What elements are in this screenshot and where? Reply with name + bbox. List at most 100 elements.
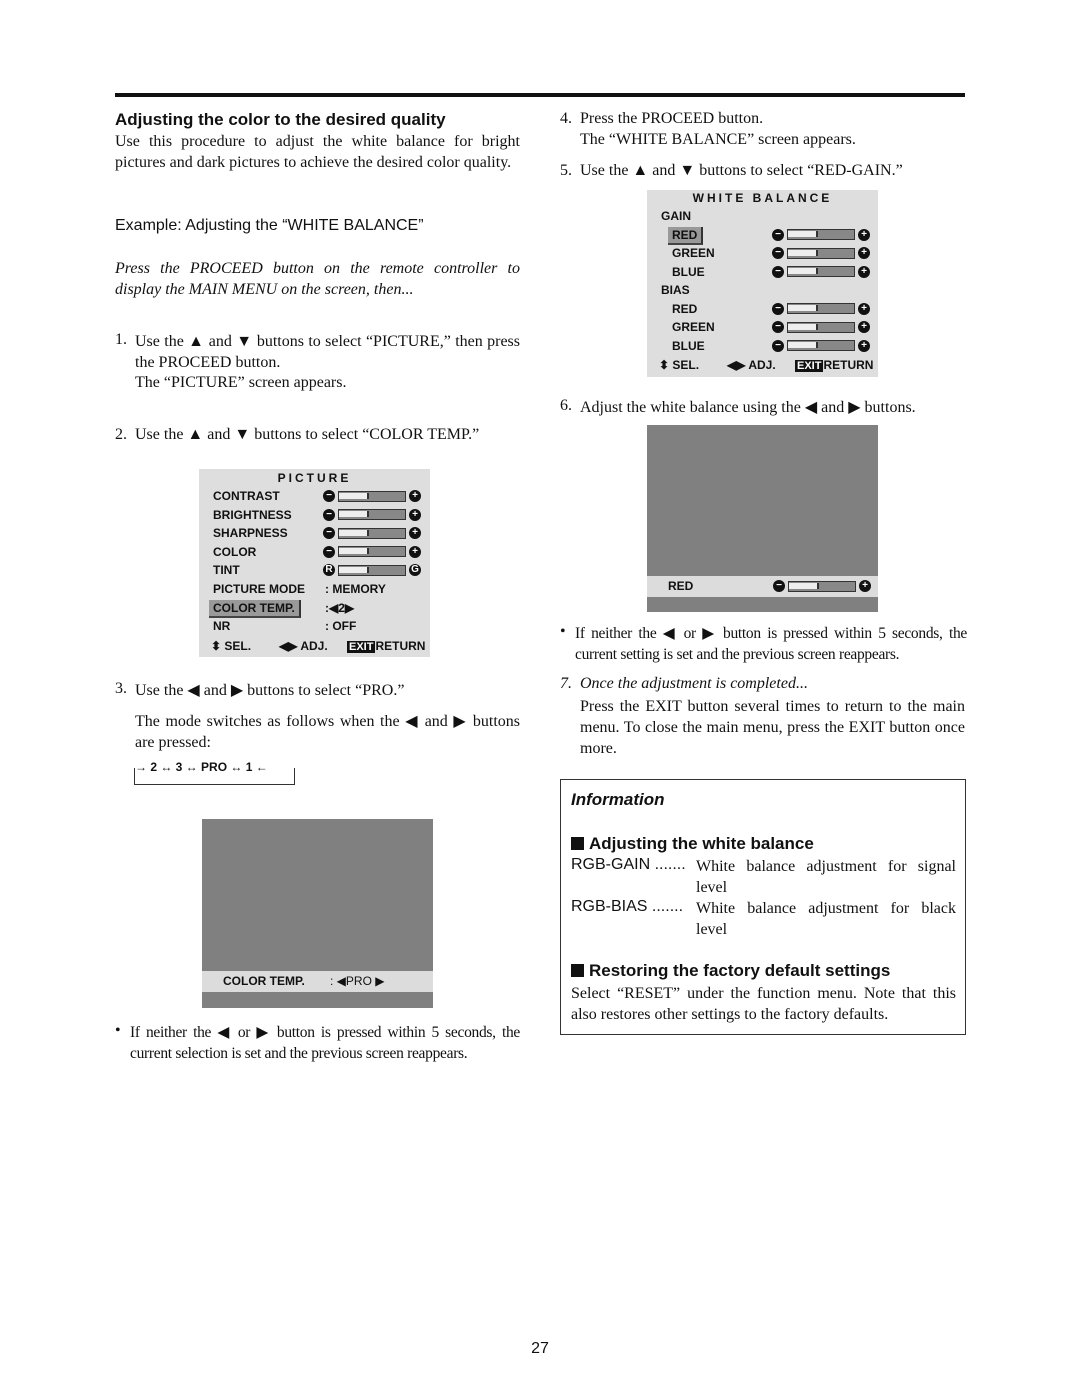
- menu-slider[interactable]: − +: [323, 508, 421, 521]
- g-icon: G: [409, 564, 421, 577]
- menu-item-label[interactable]: CONTRAST: [213, 488, 280, 504]
- menu-item-label[interactable]: BLUE: [672, 264, 705, 280]
- rgb-gain-desc: White balance adjustment for signal leve…: [696, 858, 956, 896]
- plus-icon: +: [859, 580, 871, 592]
- square-bullet-icon: [571, 837, 584, 850]
- menu-slider[interactable]: − +: [772, 321, 870, 333]
- step-3-detail: The mode switches as follows when the ◀ …: [135, 713, 520, 751]
- menu-item-label[interactable]: PICTURE MODE: [213, 581, 305, 597]
- instruction-note: Press the PROCEED button on the remote c…: [115, 260, 520, 298]
- red-slider[interactable]: − +: [773, 580, 871, 592]
- step-1: Use the ▲ and ▼ buttons to select “PICTU…: [135, 333, 520, 371]
- menu-item-label[interactable]: BLUE: [672, 338, 705, 354]
- plus-icon: +: [858, 247, 870, 259]
- menu-item-label[interactable]: SHARPNESS: [213, 525, 288, 541]
- menu-slider[interactable]: − +: [772, 228, 870, 241]
- plus-icon: +: [858, 265, 870, 278]
- exit-icon: EXIT: [795, 360, 824, 372]
- footer-exit: EXIT RETURN: [795, 357, 873, 373]
- return-label: RETURN: [375, 639, 426, 653]
- plus-icon: +: [409, 490, 421, 502]
- menu-item-label[interactable]: COLOR: [213, 544, 256, 560]
- menu-item-label[interactable]: RED: [672, 301, 697, 317]
- minus-icon: −: [772, 339, 784, 352]
- menu-slider[interactable]: − +: [323, 527, 421, 540]
- menu-item-label[interactable]: GREEN: [672, 245, 715, 261]
- menu-slider[interactable]: − +: [323, 545, 421, 558]
- minus-icon: −: [772, 321, 784, 333]
- plus-icon: +: [409, 545, 421, 558]
- minus-icon: −: [773, 580, 785, 592]
- minus-icon: −: [772, 228, 784, 241]
- menu-item-label[interactable]: COLOR TEMP.: [209, 599, 301, 618]
- step-7-detail: Press the EXIT button several times to r…: [580, 698, 965, 757]
- footer-sel: ⬍ SEL.: [659, 358, 700, 372]
- menu-title: PICTURE: [277, 471, 352, 485]
- info-heading-reset: Restoring the factory default settings: [571, 961, 890, 981]
- step-number: 3.: [115, 680, 127, 697]
- left-bullet-note: If neither the ◀ or ▶ button is pressed …: [130, 1024, 520, 1062]
- example-label: Example: Adjusting the “WHITE BALANCE”: [115, 217, 424, 234]
- menu-item-label[interactable]: BRIGHTNESS: [213, 507, 292, 523]
- footer-sel: ⬍ SEL.: [211, 639, 252, 653]
- manual-page: Adjusting the color to the desired quali…: [0, 0, 1080, 1397]
- plus-icon: +: [409, 508, 421, 521]
- menu-slider[interactable]: − +: [772, 247, 870, 259]
- menu-item-value: : OFF: [325, 619, 357, 634]
- step-1-result: The “PICTURE” screen appears.: [135, 374, 347, 391]
- minus-icon: −: [772, 265, 784, 278]
- step-number: 5.: [560, 162, 572, 179]
- information-title: Information: [571, 790, 665, 809]
- plus-icon: +: [858, 321, 870, 333]
- step-number: 2.: [115, 426, 127, 443]
- step-number: 7.: [560, 675, 572, 692]
- step-number: 6.: [560, 397, 572, 414]
- minus-icon: −: [323, 508, 335, 521]
- heading-text: Restoring the factory default settings: [589, 961, 891, 980]
- menu-slider[interactable]: − +: [772, 265, 870, 278]
- footer-adj: ◀▶ ADJ.: [279, 639, 328, 653]
- footer-adj: ◀▶ ADJ.: [727, 358, 776, 372]
- color-temp-strip: COLOR TEMP. : ◀PRO ▶: [202, 971, 433, 992]
- menu-slider[interactable]: RG: [323, 564, 421, 577]
- minus-icon: −: [323, 545, 335, 558]
- return-label: RETURN: [823, 358, 874, 372]
- color-temp-label: COLOR TEMP.: [223, 974, 305, 988]
- menu-item-label[interactable]: RED: [668, 226, 704, 245]
- exit-icon: EXIT: [347, 641, 376, 653]
- minus-icon: −: [323, 527, 335, 540]
- cycle-loop-line: [134, 768, 295, 785]
- red-gain-strip: RED − +: [647, 576, 878, 597]
- menu-item-value: :◀2▶: [325, 600, 355, 615]
- white-balance-menu: WHITE BALANCE GAIN RED − + GREEN − + BLUE − + BIAS R…: [647, 190, 878, 377]
- bullet-icon: •: [560, 623, 566, 640]
- info-heading-white-balance: Adjusting the white balance: [571, 834, 814, 854]
- menu-item-label[interactable]: TINT: [213, 562, 240, 578]
- rgb-bias-term: RGB-BIAS .......: [571, 898, 684, 915]
- step-5: Use the ▲ and ▼ buttons to select “RED-G…: [580, 162, 903, 179]
- intro-text: Use this procedure to adjust the white b…: [115, 133, 520, 171]
- section-heading: Adjusting the color to the desired quali…: [115, 110, 446, 129]
- red-gain-screen: RED − +: [647, 425, 878, 612]
- top-rule: [115, 93, 965, 97]
- minus-icon: −: [323, 490, 335, 502]
- color-temp-screen: COLOR TEMP. : ◀PRO ▶: [202, 819, 433, 1008]
- page-number: 27: [531, 1340, 549, 1357]
- minus-icon: −: [772, 302, 784, 315]
- plus-icon: +: [858, 302, 870, 315]
- plus-icon: +: [858, 228, 870, 241]
- menu-slider[interactable]: − +: [772, 339, 870, 352]
- r-icon: R: [323, 564, 335, 577]
- menu-slider[interactable]: − +: [323, 490, 421, 502]
- picture-menu: PICTURE CONTRAST − + BRIGHTNESS − + SHARPNESS − +…: [199, 469, 430, 657]
- gain-heading: GAIN: [661, 209, 691, 223]
- step-3: Use the ◀ and ▶ buttons to select “PRO.”: [135, 682, 405, 699]
- bias-heading: BIAS: [661, 283, 690, 297]
- square-bullet-icon: [571, 964, 584, 977]
- menu-item-label[interactable]: GREEN: [672, 319, 715, 335]
- step-6: Adjust the white balance using the ◀ and…: [580, 399, 916, 416]
- menu-item-label[interactable]: NR: [213, 618, 230, 634]
- reset-text: Select “RESET” under the function menu. …: [571, 985, 956, 1023]
- menu-slider[interactable]: − +: [772, 302, 870, 315]
- step-4: Press the PROCEED button.: [580, 110, 764, 127]
